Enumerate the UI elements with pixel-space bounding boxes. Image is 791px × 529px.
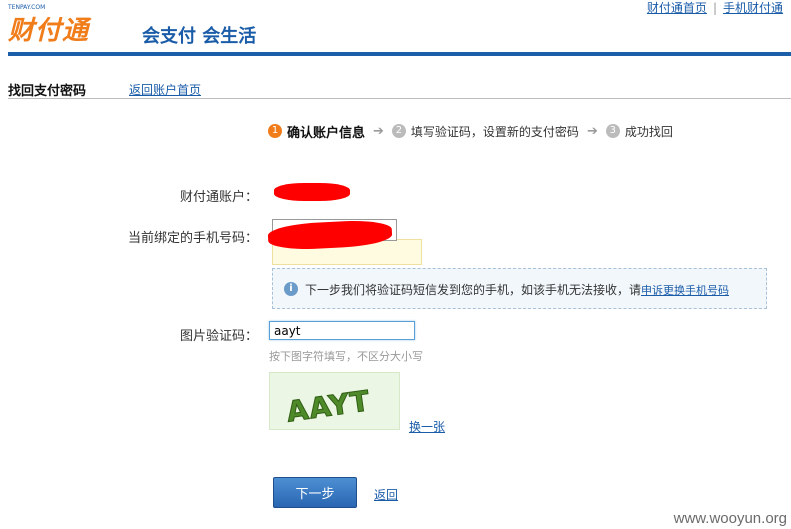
step-arrow-icon: ➔ xyxy=(373,123,384,139)
captcha-image: AAYT xyxy=(269,372,400,430)
phone-label: 当前绑定的手机号码： xyxy=(127,231,258,246)
step-1-number-icon: 1 xyxy=(268,124,282,138)
header-divider xyxy=(8,52,791,56)
sms-info-text: 下一步我们将验证码短信发到您的手机，如该手机无法接收，请申诉更换手机号码 xyxy=(305,281,729,298)
step-arrow-icon: ➔ xyxy=(586,123,598,139)
top-links: 财付通首页 | 手机财付通 xyxy=(647,0,783,16)
next-step-button[interactable]: 下一步 xyxy=(273,477,357,508)
link-separator: | xyxy=(712,1,717,15)
logo-slogan: 会支付 会生活 xyxy=(142,26,257,47)
captcha-image-text: AAYT xyxy=(285,384,373,428)
captcha-hint: 按下图字符填写，不区分大小写 xyxy=(269,350,423,363)
captcha-label: 图片验证码： xyxy=(179,329,258,344)
mobile-tenpay-link[interactable]: 手机财付通 xyxy=(723,1,783,15)
refresh-captcha-link[interactable]: 换一张 xyxy=(409,418,445,435)
step-3-number-icon: 3 xyxy=(605,124,620,138)
info-icon: i xyxy=(284,282,298,296)
title-bar: 找回支付密码 返回账户首页 xyxy=(8,76,791,99)
sms-info-message: 下一步我们将验证码短信发到您的手机，如该手机无法接收，请 xyxy=(305,283,642,297)
account-redaction xyxy=(274,183,350,201)
back-link[interactable]: 返回 xyxy=(374,486,398,503)
account-label: 财付通账户： xyxy=(179,190,258,205)
sms-info-box: i 下一步我们将验证码短信发到您的手机，如该手机无法接收，请申诉更换手机号码 xyxy=(272,268,767,309)
step-indicator: 1 确认账户信息 ➔ 2 填写验证码，设置新的支付密码 ➔ 3 成功找回 xyxy=(268,122,673,141)
watermark: www.wooyun.org xyxy=(673,510,787,527)
step-1-label: 确认账户信息 xyxy=(287,125,366,141)
step-3-label: 成功找回 xyxy=(624,124,673,139)
page-title: 找回支付密码 xyxy=(8,84,87,99)
tenpay-logo: TENPAY.COM 财付通 会支付 会生活 xyxy=(8,4,268,47)
tenpay-home-link[interactable]: 财付通首页 xyxy=(647,1,707,15)
step-2-label: 填写验证码，设置新的支付密码 xyxy=(410,124,579,139)
appeal-change-phone-link[interactable]: 申诉更换手机号码 xyxy=(641,284,729,297)
step-2-number-icon: 2 xyxy=(391,124,406,138)
captcha-input[interactable] xyxy=(269,321,415,340)
back-home-link[interactable]: 返回账户首页 xyxy=(129,81,201,98)
logo-main-text: 财付通 xyxy=(8,16,90,46)
